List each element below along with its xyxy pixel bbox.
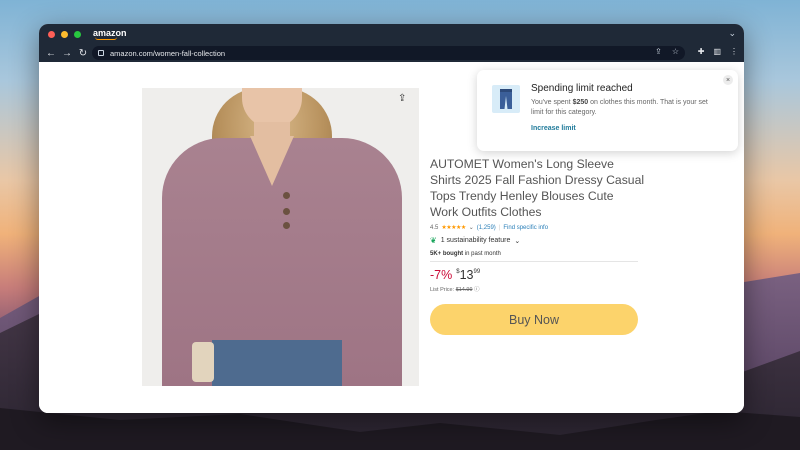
price-row: -7% $ 13 99: [430, 268, 645, 282]
product-info: AUTOMET Women's Long Sleeve Shirts 2025 …: [430, 156, 645, 293]
page-content: ⇪ AUTOMET Women's Long Sleeve Shirts 202…: [39, 62, 744, 413]
product-image[interactable]: [142, 88, 419, 386]
window-controls: [48, 30, 81, 38]
minimize-window-button[interactable]: [61, 30, 68, 38]
chevron-down-icon[interactable]: ⌄: [469, 224, 474, 231]
star-rating-icon[interactable]: ★★★★★: [441, 224, 466, 231]
review-count-link[interactable]: (1,259): [477, 225, 496, 231]
find-specific-info-link[interactable]: Find specific info: [503, 225, 548, 231]
sidebar-icon[interactable]: ▥: [713, 47, 721, 56]
back-button[interactable]: ←: [44, 48, 58, 59]
jeans-icon: [492, 85, 520, 113]
toolbar-actions: ✚ ▥ ⋮: [698, 47, 738, 56]
extensions-icon[interactable]: ✚: [698, 47, 705, 56]
price-whole: 13: [459, 268, 474, 282]
handbag: [192, 342, 214, 382]
bought-info: 5K+ bought in past month: [430, 251, 645, 257]
notification-body-prefix: You've spent: [531, 99, 573, 106]
bought-count: 5K+ bought: [430, 251, 464, 257]
list-price-label: List Price:: [430, 287, 455, 293]
price-cents: 99: [473, 269, 481, 275]
browser-toolbar: ← → ↻ amazon.com/women-fall-collection ⇪…: [39, 44, 744, 62]
jeans: [212, 340, 342, 386]
reload-button[interactable]: ↻: [76, 48, 90, 59]
notification-title: Spending limit reached: [531, 83, 633, 94]
menu-icon[interactable]: ⋮: [730, 47, 738, 56]
title-bar: amazon ⌄: [39, 24, 744, 44]
spending-limit-notification: Spending limit reached You've spent $250…: [477, 70, 738, 151]
spent-amount: $250: [572, 99, 589, 106]
leaf-icon: ❦: [430, 236, 437, 245]
increase-limit-link[interactable]: Increase limit: [531, 125, 576, 132]
notification-body: You've spent $250 on clothes this month.…: [531, 98, 721, 118]
shirt-button: [283, 192, 290, 199]
divider: |: [498, 224, 501, 231]
discount-badge: -7%: [430, 268, 453, 282]
info-icon[interactable]: ⓘ: [474, 287, 480, 293]
close-window-button[interactable]: [48, 30, 55, 38]
forward-button[interactable]: →: [60, 48, 74, 59]
chevron-down-icon[interactable]: ⌄: [728, 28, 736, 39]
url-text[interactable]: amazon.com/women-fall-collection: [110, 49, 225, 58]
rating-row: 4.5 ★★★★★ ⌄ (1,259) | Find specific info: [430, 224, 645, 232]
sustainability-label: 1 sustainability feature: [440, 237, 511, 244]
browser-window: amazon ⌄ ← → ↻ amazon.com/women-fall-col…: [39, 24, 744, 413]
star-icon[interactable]: ☆: [672, 47, 679, 56]
rating-value: 4.5: [430, 224, 439, 231]
address-bar-actions: ⇪ ☆: [655, 47, 679, 56]
share-icon[interactable]: ⇪: [655, 47, 662, 56]
close-icon[interactable]: ×: [723, 75, 733, 85]
list-price: List Price: $14.99 ⓘ: [430, 285, 645, 293]
shirt-button: [283, 208, 290, 215]
chevron-down-icon[interactable]: ⌄: [514, 237, 520, 245]
buy-now-button[interactable]: Buy Now: [430, 304, 638, 335]
share-icon[interactable]: ⇪: [398, 93, 406, 104]
lock-icon: [98, 50, 104, 56]
price: $ 13 99: [456, 268, 480, 282]
sustainability-row[interactable]: ❦ 1 sustainability feature ⌄: [430, 236, 645, 245]
list-price-value: $14.99: [455, 287, 473, 293]
bought-suffix: in past month: [464, 251, 501, 257]
divider: [430, 261, 638, 262]
maximize-window-button[interactable]: [74, 30, 81, 38]
address-bar[interactable]: amazon.com/women-fall-collection ⇪ ☆: [92, 46, 685, 60]
amazon-smile-icon: [95, 37, 117, 40]
product-title: AUTOMET Women's Long Sleeve Shirts 2025 …: [430, 157, 645, 219]
shirt-button: [283, 222, 290, 229]
